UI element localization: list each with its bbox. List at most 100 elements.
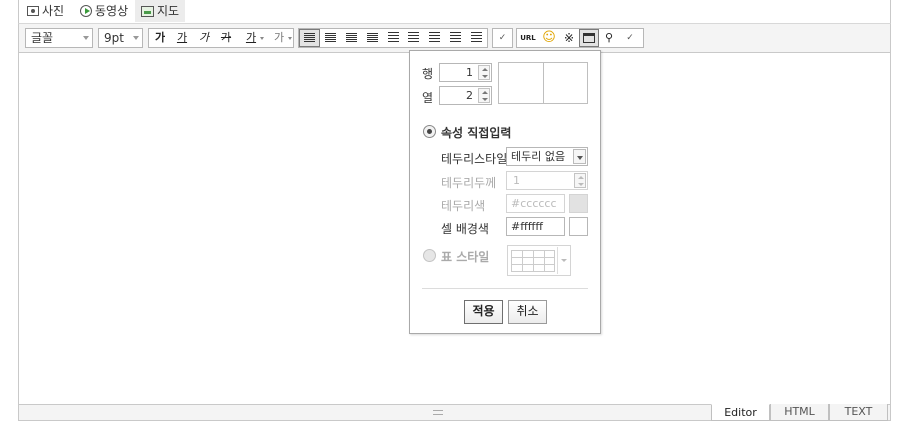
editor-toolbar: 글꼴 9pt 가 가 가 가 가 가 ✓ URL ☺ ※ ⚲ ✓ — [18, 24, 891, 53]
font-color-button[interactable]: 가 — [237, 29, 265, 47]
border-color-label: 테두리색 — [441, 199, 486, 213]
font-size-select[interactable]: 9pt — [98, 28, 143, 48]
direct-input-radio[interactable] — [423, 125, 436, 138]
line-height-button[interactable] — [466, 29, 487, 47]
border-color-value: #cccccc — [511, 197, 557, 210]
attach-photo-label: 사진 — [42, 4, 65, 18]
align-center-button[interactable] — [320, 29, 341, 47]
rows-label: 행 — [422, 67, 434, 81]
outdent-button[interactable] — [424, 29, 445, 47]
font-size-value: 9pt — [104, 31, 124, 45]
bold-button[interactable]: 가 — [149, 29, 171, 47]
outdent-icon — [429, 32, 441, 43]
align-justify-button[interactable] — [362, 29, 383, 47]
align-justify-icon — [366, 33, 378, 42]
emoticon-button[interactable]: ☺ — [539, 29, 559, 47]
table-icon — [583, 33, 595, 43]
strikethrough-button[interactable]: 가 — [215, 29, 237, 47]
font-color-icon: 가 — [245, 31, 257, 44]
italic-button[interactable]: 가 — [193, 29, 215, 47]
attach-map-button[interactable]: 지도 — [135, 0, 186, 22]
resize-handle-icon[interactable] — [433, 410, 443, 415]
mode-tab-html[interactable]: HTML — [770, 404, 829, 421]
chevron-down-icon — [260, 37, 264, 40]
cell-bg-label: 셀 배경색 — [441, 222, 489, 236]
spellcheck-group: ✓ — [492, 28, 513, 48]
check-icon: ✓ — [626, 33, 634, 43]
table-grid-icon — [511, 250, 555, 272]
table-insert-popup: 행 1 열 2 속성 직접입력 테두리스타일 테두리 없음 테두리두께 1 테두… — [409, 50, 601, 334]
indent-button[interactable] — [445, 29, 466, 47]
cell-bg-swatch[interactable] — [569, 217, 588, 236]
smiley-icon: ☺ — [542, 30, 556, 45]
special-char-button[interactable]: ※ — [559, 29, 579, 47]
font-family-value: 글꼴 — [31, 31, 54, 45]
border-style-select[interactable]: 테두리 없음 — [506, 147, 588, 166]
underline-button[interactable]: 가 — [171, 29, 193, 47]
font-family-select[interactable]: 글꼴 — [25, 28, 93, 48]
link-icon: URL — [520, 34, 536, 42]
popup-divider — [422, 288, 588, 289]
border-style-value: 테두리 없음 — [511, 150, 566, 163]
italic-icon: 가 — [198, 31, 210, 44]
underline-icon: 가 — [176, 31, 188, 44]
highlighter-icon: 가 — [273, 31, 285, 44]
magnifier-icon: ⚲ — [604, 31, 614, 44]
cell-bg-input[interactable]: #ffffff — [506, 217, 565, 236]
rows-stepper[interactable]: 1 — [439, 63, 492, 82]
attach-map-label: 지도 — [157, 4, 180, 18]
mode-tab-text[interactable]: TEXT — [829, 404, 888, 421]
chevron-down-icon — [133, 36, 139, 40]
asterisk-icon: ※ — [563, 31, 575, 45]
stepper-arrows-icon[interactable] — [574, 173, 586, 188]
table-style-select[interactable] — [507, 245, 571, 276]
attach-video-label: 동영상 — [95, 4, 129, 18]
insert-table-button[interactable] — [579, 29, 599, 47]
background-color-button[interactable]: 가 — [265, 29, 293, 47]
chevron-down-icon — [83, 36, 89, 40]
align-right-icon — [345, 33, 357, 42]
bold-icon: 가 — [154, 31, 166, 44]
strikethrough-icon: 가 — [220, 31, 232, 44]
border-color-input[interactable]: #cccccc — [506, 194, 565, 213]
attach-video-button[interactable]: 동영상 — [80, 0, 128, 22]
indent-icon — [450, 32, 462, 43]
insert-group: URL ☺ ※ ⚲ ✓ — [516, 28, 644, 48]
border-color-swatch[interactable] — [569, 194, 588, 213]
chevron-down-icon — [288, 37, 292, 40]
mode-tab-editor[interactable]: Editor — [711, 404, 770, 421]
chevron-down-icon — [557, 247, 569, 274]
align-left-button[interactable] — [299, 29, 320, 47]
cell-bg-value: #ffffff — [511, 220, 543, 233]
stepper-arrows-icon[interactable] — [478, 88, 490, 103]
align-center-icon — [324, 33, 336, 42]
apply-button[interactable]: 적용 — [464, 300, 503, 324]
table-style-label: 표 스타일 — [441, 250, 490, 264]
border-style-label: 테두리스타일 — [441, 152, 508, 166]
align-right-button[interactable] — [341, 29, 362, 47]
spellcheck-button[interactable]: ✓ — [493, 29, 512, 47]
unordered-list-button[interactable] — [403, 29, 424, 47]
cols-stepper[interactable]: 2 — [439, 86, 492, 105]
chevron-down-icon — [573, 149, 586, 164]
table-preview-cell[interactable] — [499, 63, 544, 103]
attachment-bar: 사진 동영상 지도 — [18, 0, 891, 24]
insert-link-button[interactable]: URL — [517, 29, 539, 47]
video-icon — [80, 5, 92, 17]
table-style-radio[interactable] — [423, 249, 436, 262]
cols-label: 열 — [422, 91, 434, 105]
border-width-label: 테두리두께 — [441, 176, 497, 190]
border-width-stepper[interactable]: 1 — [506, 171, 588, 190]
direct-input-label: 속성 직접입력 — [441, 126, 512, 140]
line-height-icon — [471, 32, 483, 43]
stepper-arrows-icon[interactable] — [478, 65, 490, 80]
attach-photo-button[interactable]: 사진 — [27, 0, 64, 22]
spellcheck-extra-button[interactable]: ✓ — [619, 29, 641, 47]
cancel-button[interactable]: 취소 — [508, 300, 547, 324]
ordered-list-button[interactable] — [383, 29, 404, 47]
find-button[interactable]: ⚲ — [599, 29, 619, 47]
paragraph-group — [298, 28, 488, 48]
table-preview-cell[interactable] — [544, 63, 588, 103]
border-width-value: 1 — [513, 174, 520, 187]
table-preview[interactable] — [498, 62, 588, 104]
